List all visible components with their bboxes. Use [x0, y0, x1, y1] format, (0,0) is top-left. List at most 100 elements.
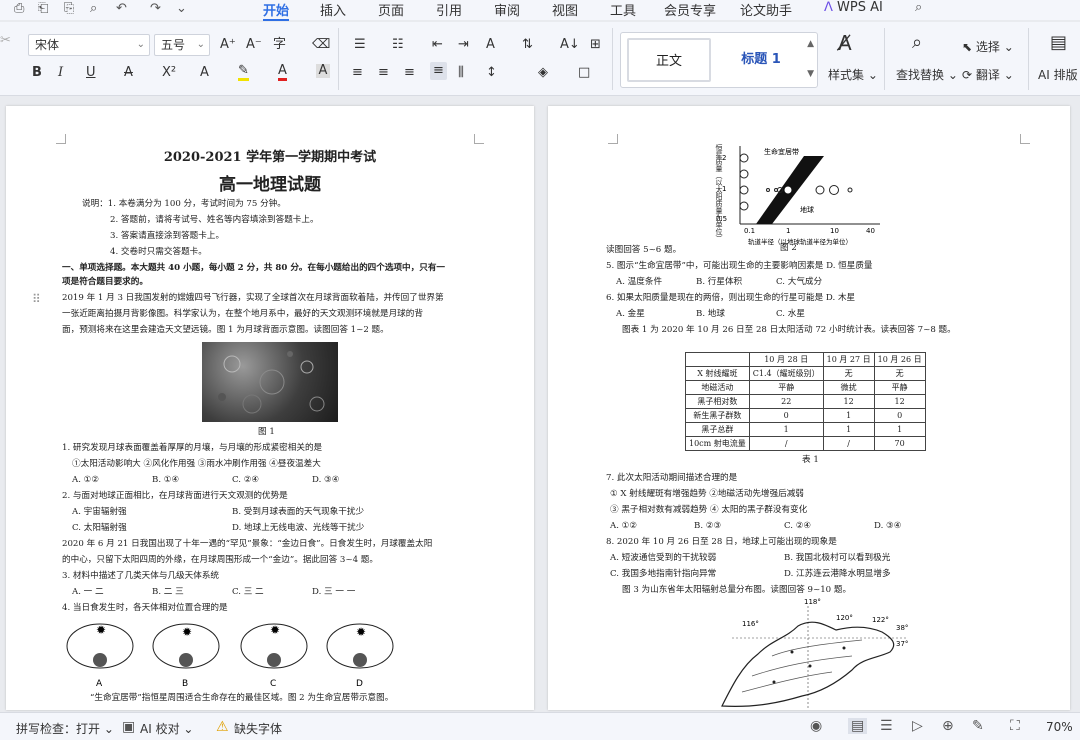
- table-cell: 0: [873, 408, 926, 423]
- format-painter-icon[interactable]: ✂: [0, 32, 11, 50]
- tab-page[interactable]: 页面: [378, 0, 404, 19]
- distributed-button[interactable]: ⫼: [458, 64, 464, 82]
- grow-font-icon[interactable]: A⁺: [220, 36, 236, 54]
- tab-view[interactable]: 视图: [552, 0, 578, 19]
- increase-indent-button[interactable]: ⇥: [458, 36, 469, 54]
- table-row: 黑子总群 1 1 1: [685, 422, 926, 437]
- highlight-button[interactable]: ✎: [238, 64, 249, 81]
- tab-references[interactable]: 引用: [436, 0, 462, 19]
- longitude-label: 116°: [742, 620, 759, 628]
- ai-layout-icon[interactable]: ▤: [1050, 34, 1067, 52]
- styles-set-button[interactable]: 样式集 ⌄: [828, 66, 878, 83]
- table-row: X 射线耀斑 C1.4（耀斑级别） 无 无: [685, 366, 926, 381]
- shrink-font-icon[interactable]: A⁻: [246, 36, 262, 54]
- border-box-button[interactable]: □: [578, 64, 590, 82]
- font-color-button[interactable]: A: [278, 64, 287, 81]
- export-icon[interactable]: ⎗: [38, 1, 48, 16]
- tab-wps-ai[interactable]: ᐱ WPS AI: [824, 0, 883, 15]
- translate-button[interactable]: ⟳ 翻译 ⌄: [962, 66, 1014, 83]
- clear-format-icon[interactable]: ⌫: [312, 36, 330, 54]
- justify-button[interactable]: ≡: [430, 62, 447, 80]
- question-1-options: ①太阳活动影响大 ②风化作用强 ③雨水冲刷作用强 ④昼夜温差大: [72, 459, 321, 469]
- align-right-button[interactable]: ≡: [404, 64, 415, 82]
- more-chevron-icon[interactable]: ⌄: [176, 1, 187, 16]
- align-left-button[interactable]: ≡: [352, 64, 363, 82]
- status-bar: 拼写检查：打开 ⌄ ▣ AI 校对 ⌄ ⚠ 缺失字体 ◉ ▤ ☰ ▷ ⊕ ✎ ⛶…: [0, 712, 1080, 740]
- missing-font-button[interactable]: 缺失字体: [234, 720, 282, 737]
- table-header-row: 10 月 28 日 10 月 27 日 10 月 26 日: [685, 352, 926, 367]
- wps-writer-window: ⎙ ⎗ ⎘ ⌕ ↶ ↷ ⌄ 开始 插入 页面 引用 审阅 视图 工具 会员专享 …: [0, 0, 1080, 740]
- note-line: 4. 交卷时只需交答题卡。: [110, 247, 207, 257]
- text-effect-icon[interactable]: A: [200, 64, 209, 82]
- table-cell: 10 月 28 日: [748, 352, 824, 367]
- web-view-icon[interactable]: ⊕: [942, 718, 954, 734]
- find-icon[interactable]: ⌕: [912, 34, 922, 52]
- font-name-select[interactable]: 宋体 ⌄: [28, 34, 150, 56]
- earth-label: 地球: [800, 205, 814, 214]
- table-cell: 22: [748, 394, 824, 409]
- style-heading1[interactable]: 标题 1: [719, 38, 803, 82]
- pen-icon[interactable]: ✎: [972, 718, 984, 734]
- redo-icon[interactable]: ↷: [150, 1, 161, 16]
- superscript-button[interactable]: X²: [162, 64, 176, 82]
- line-spacing-button[interactable]: ↕: [486, 64, 497, 82]
- sun-icon: ✹: [182, 625, 192, 639]
- font-size-select[interactable]: 五号 ⌄: [154, 34, 210, 56]
- outline-view-icon[interactable]: ☰: [880, 718, 893, 734]
- gallery-expand-icon[interactable]: ▼: [807, 69, 814, 79]
- undo-icon[interactable]: ↶: [116, 1, 127, 16]
- sort-button[interactable]: A↓: [560, 36, 580, 54]
- page-view-icon[interactable]: ▤: [848, 718, 868, 734]
- search-icon[interactable]: ⌕: [915, 0, 922, 15]
- phonetic-guide-icon[interactable]: 字: [273, 36, 286, 54]
- find-replace-button[interactable]: 查找替换 ⌄: [896, 66, 958, 83]
- bullets-button[interactable]: ☰: [354, 36, 366, 54]
- choice: A. 一 二: [72, 587, 104, 597]
- document-page-left[interactable]: 2020-2021 学年第一学期期中考试 高一地理试题 说明：1. 本卷满分为 …: [6, 106, 534, 710]
- ai-check-button[interactable]: AI 校对 ⌄: [140, 720, 193, 737]
- underline-button[interactable]: U: [86, 64, 96, 82]
- choice: D. 江苏连云港降水明显增多: [784, 569, 891, 579]
- styles-set-icon[interactable]: A̸: [838, 33, 852, 53]
- text-direction-button[interactable]: ⇅: [522, 36, 533, 54]
- figure-caption: 图 2: [780, 243, 797, 253]
- shading-button[interactable]: ◈: [538, 64, 548, 82]
- margin-mark: [56, 134, 66, 144]
- drag-handle-icon[interactable]: ⠿: [32, 292, 41, 306]
- tab-insert[interactable]: 插入: [320, 0, 346, 19]
- choice: A. ①②: [72, 475, 100, 485]
- style-normal[interactable]: 正文: [627, 38, 711, 82]
- print-icon[interactable]: ⎘: [64, 1, 74, 16]
- choice: B. 行星体积: [696, 277, 743, 287]
- char-shading-button[interactable]: A: [316, 64, 330, 78]
- save-icon[interactable]: ⎙: [14, 1, 24, 16]
- align-center-button[interactable]: ≡: [378, 64, 389, 82]
- play-icon[interactable]: ▷: [912, 718, 923, 734]
- tab-review[interactable]: 审阅: [494, 0, 520, 19]
- gallery-scroll-up-icon[interactable]: ▲: [807, 39, 814, 49]
- margin-mark: [608, 134, 618, 144]
- zoom-level[interactable]: 70%: [1046, 720, 1073, 734]
- spellcheck-toggle[interactable]: 拼写检查：打开 ⌄: [16, 720, 114, 737]
- find-replace-label: 查找替换: [896, 68, 945, 82]
- choice: A. 宇宙辐射强: [72, 507, 127, 517]
- borders-button[interactable]: ⊞: [590, 36, 601, 54]
- tab-home[interactable]: 开始: [263, 0, 290, 21]
- strikethrough-button[interactable]: A: [124, 64, 133, 82]
- document-page-right[interactable]: 2 1 0.5 0.1 1 10 40 生命宜居带 地球 轨道半径（以地球轨道半…: [548, 106, 1070, 710]
- decrease-indent-button[interactable]: ⇤: [432, 36, 443, 54]
- select-button[interactable]: ⬉ 选择 ⌄: [962, 38, 1014, 55]
- fit-screen-icon[interactable]: ⛶: [1010, 718, 1020, 734]
- ai-layout-button[interactable]: AI 排版: [1038, 66, 1078, 83]
- chinese-layout-button[interactable]: A: [486, 36, 495, 54]
- tab-member[interactable]: 会员专享: [664, 0, 716, 19]
- numbering-button[interactable]: ☷: [392, 36, 404, 54]
- print-preview-icon[interactable]: ⌕: [90, 1, 97, 16]
- tab-paper-assistant[interactable]: 论文助手: [740, 0, 792, 19]
- tab-tools[interactable]: 工具: [610, 0, 636, 19]
- fig2-y-label: 恒星质量（以太阳质量为单位）: [715, 144, 723, 242]
- italic-button[interactable]: I: [58, 64, 63, 82]
- bold-button[interactable]: B: [32, 64, 42, 82]
- eclipse-option-a: ✹: [66, 623, 134, 669]
- eye-protect-icon[interactable]: ◉: [810, 718, 822, 734]
